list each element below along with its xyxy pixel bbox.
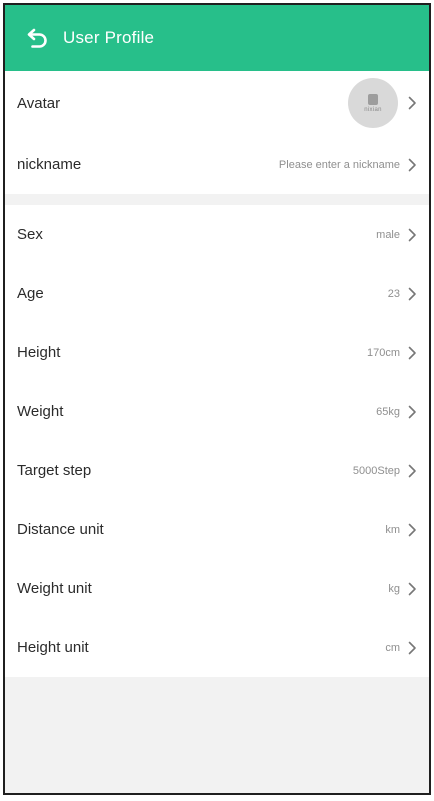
- chevron-right-icon: [408, 523, 417, 537]
- nickname-placeholder: Please enter a nickname: [278, 158, 400, 171]
- weight-unit-label: Weight unit: [17, 580, 92, 597]
- age-value: 23: [387, 287, 400, 300]
- distance-unit-value: km: [385, 523, 400, 536]
- height-row[interactable]: Height 170cm: [5, 323, 429, 382]
- chevron-right-icon: [408, 464, 417, 478]
- chevron-right-icon: [408, 405, 417, 419]
- back-arrow-icon: [27, 28, 47, 48]
- chevron-right-icon: [408, 158, 417, 172]
- nickname-row[interactable]: nickname Please enter a nickname: [5, 135, 429, 194]
- weight-row[interactable]: Weight 65kg: [5, 382, 429, 441]
- weight-label: Weight: [17, 403, 64, 420]
- sex-value: male: [376, 228, 400, 241]
- target-step-value: 5000Step: [352, 464, 400, 477]
- weight-unit-value: kg: [388, 582, 400, 595]
- user-placeholder-icon: [368, 93, 378, 105]
- chevron-right-icon: [408, 641, 417, 655]
- chevron-right-icon: [408, 346, 417, 360]
- chevron-right-icon: [408, 287, 417, 301]
- phone-frame: User Profile Avatar nixian nickname Plea…: [3, 3, 431, 795]
- avatar-label: Avatar: [17, 94, 61, 112]
- account-group: Avatar nixian nickname Please enter a ni…: [5, 71, 429, 194]
- distance-unit-row[interactable]: Distance unit km: [5, 500, 429, 559]
- height-unit-label: Height unit: [17, 639, 89, 656]
- avatar[interactable]: nixian: [348, 78, 398, 128]
- nickname-label: nickname: [17, 156, 82, 173]
- chevron-right-icon: [408, 582, 417, 596]
- weight-value: 65kg: [376, 405, 400, 418]
- chevron-right-icon: [408, 96, 417, 110]
- sex-row[interactable]: Sex male: [5, 205, 429, 264]
- back-button[interactable]: User Profile: [25, 25, 154, 51]
- age-row[interactable]: Age 23: [5, 264, 429, 323]
- height-unit-value: cm: [385, 641, 400, 654]
- weight-unit-row[interactable]: Weight unit kg: [5, 559, 429, 618]
- target-step-row[interactable]: Target step 5000Step: [5, 441, 429, 500]
- avatar-row[interactable]: Avatar nixian: [5, 71, 429, 135]
- target-step-label: Target step: [17, 462, 92, 479]
- height-label: Height: [17, 344, 61, 361]
- chevron-right-icon: [408, 228, 417, 242]
- app-header: User Profile: [5, 5, 429, 71]
- avatar-caption: nixian: [364, 106, 382, 113]
- page-title: User Profile: [63, 28, 155, 47]
- height-unit-row[interactable]: Height unit cm: [5, 618, 429, 677]
- height-value: 170cm: [366, 346, 400, 359]
- sex-label: Sex: [17, 226, 43, 243]
- profile-fields-group: Sex male Age 23 Height 170cm Weight 65kg: [5, 205, 429, 677]
- age-label: Age: [17, 285, 44, 302]
- distance-unit-label: Distance unit: [17, 521, 104, 538]
